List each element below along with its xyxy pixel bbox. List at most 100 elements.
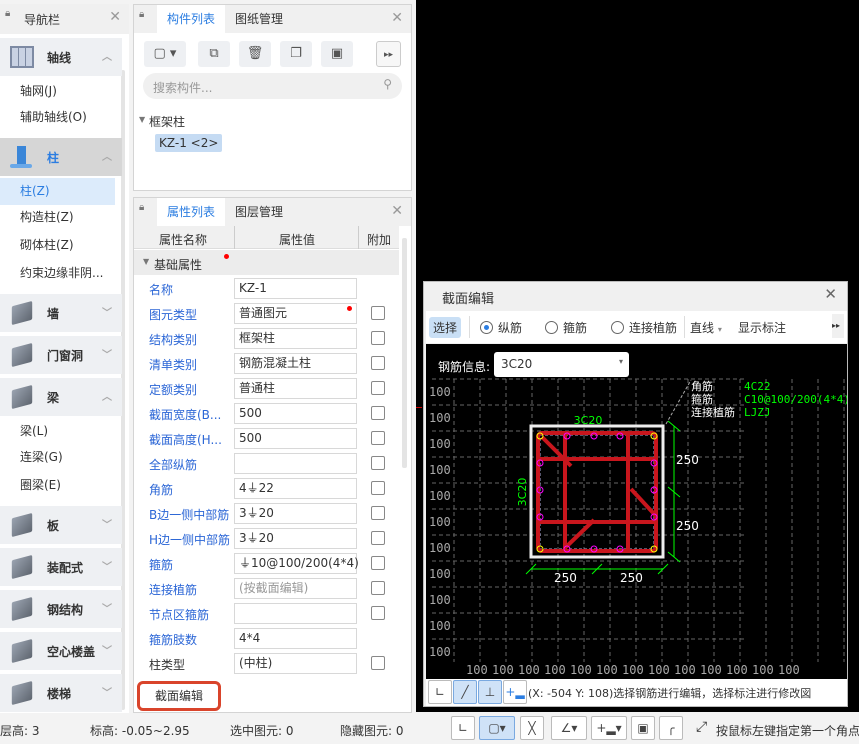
property-value-input[interactable]: (按截面编辑): [234, 578, 357, 599]
tab-layer-management[interactable]: 图层管理: [225, 198, 293, 226]
tree-expand-icon[interactable]: ▼: [139, 115, 145, 124]
property-value-input[interactable]: 500: [234, 403, 357, 424]
nav-item[interactable]: 辅助轴线(O): [0, 104, 115, 131]
line-mode-dropdown[interactable]: 直线 ▾: [690, 319, 722, 336]
extra-checkbox[interactable]: [371, 581, 385, 595]
property-value-input[interactable]: 普通图元: [234, 303, 357, 324]
extra-checkbox[interactable]: [371, 381, 385, 395]
property-value-input[interactable]: 3⏚20: [234, 528, 357, 549]
chevron-up-icon[interactable]: ︿: [102, 148, 112, 163]
delete-button[interactable]: 🗑︎: [239, 41, 271, 67]
nav-item[interactable]: 梁(L): [0, 418, 115, 445]
property-value-input[interactable]: 框架柱: [234, 328, 357, 349]
copy-button[interactable]: ⧉: [198, 41, 230, 67]
lock-icon[interactable]: 🔒︎: [5, 9, 14, 24]
nav-item[interactable]: 轴网(J): [0, 78, 115, 105]
property-value-input[interactable]: ⏚10@100/200(4*4): [234, 553, 359, 574]
duplicate-button[interactable]: ❐: [280, 41, 312, 67]
lock-icon[interactable]: 🔒︎: [139, 203, 148, 218]
dialog-close-icon[interactable]: ✕: [824, 285, 837, 303]
property-value-input[interactable]: 4⏚22: [234, 478, 357, 499]
property-group-row[interactable]: ▼ 基础属性: [134, 250, 399, 275]
extra-checkbox[interactable]: [371, 356, 385, 370]
extra-checkbox[interactable]: [371, 656, 385, 670]
nav-group-stair[interactable]: 楼梯 ﹀: [0, 674, 122, 712]
tree-group-label[interactable]: 框架柱: [149, 113, 185, 130]
section-edit-button[interactable]: 截面编辑: [137, 681, 221, 711]
lock-icon[interactable]: 🔒︎: [139, 10, 148, 25]
chevron-down-icon[interactable]: ﹀: [102, 642, 112, 657]
tab-component-list[interactable]: 构件列表: [157, 5, 226, 33]
radio-longitudinal[interactable]: 纵筋: [480, 319, 522, 336]
tree-item-kz1[interactable]: KZ-1 <2>: [155, 134, 223, 152]
select-button[interactable]: 选择: [429, 317, 462, 338]
new-component-button[interactable]: ▢ ▾: [144, 41, 186, 67]
nav-item[interactable]: 约束边缘非阴...: [0, 260, 115, 287]
save-template-button[interactable]: ▣: [321, 41, 353, 67]
collapse-icon[interactable]: ▼: [143, 257, 149, 266]
nav-item[interactable]: 圈梁(E): [0, 472, 115, 499]
nav-group-beam[interactable]: 梁 ︿: [0, 378, 122, 416]
property-value-input[interactable]: 500: [234, 428, 357, 449]
perpendicular-button[interactable]: ⊥: [478, 680, 502, 704]
extra-checkbox[interactable]: [371, 331, 385, 345]
chevron-down-icon[interactable]: ﹀: [102, 600, 112, 615]
line-tool-button[interactable]: ╱: [453, 680, 477, 704]
nav-group-slab[interactable]: 板 ﹀: [0, 506, 122, 544]
nav-group-grid[interactable]: 轴线 ︿: [0, 38, 122, 76]
extra-checkbox[interactable]: [371, 306, 385, 320]
chevron-down-icon[interactable]: ﹀: [102, 684, 112, 699]
nav-group-door[interactable]: 门窗洞 ﹀: [0, 336, 122, 374]
property-value-input[interactable]: 4*4: [234, 628, 357, 649]
search-input[interactable]: 搜索构件... ⚲: [143, 73, 402, 99]
nav-group-hollow[interactable]: 空心楼盖 ﹀: [0, 632, 122, 670]
nav-item[interactable]: 砌体柱(Z): [0, 232, 115, 259]
section-canvas[interactable]: 100 100 100 100 100 100 100 100 100 100 100 100 100 1…: [426, 344, 847, 679]
arc-button[interactable]: ╭: [659, 716, 683, 740]
property-value-input[interactable]: 3⏚20: [234, 503, 357, 524]
extra-checkbox[interactable]: [371, 556, 385, 570]
close-icon[interactable]: ✕: [391, 203, 403, 219]
radio-stirrup[interactable]: 箍筋: [545, 319, 587, 336]
more-button[interactable]: ▸▸: [832, 314, 844, 338]
ortho-button[interactable]: ∟: [451, 716, 475, 740]
chevron-down-icon[interactable]: ﹀: [102, 346, 112, 361]
nav-item[interactable]: 连梁(G): [0, 444, 115, 471]
property-value-input[interactable]: (中柱): [234, 653, 357, 674]
cross-button[interactable]: ╳: [520, 716, 544, 740]
show-label-button[interactable]: 显示标注: [738, 319, 786, 336]
extra-checkbox[interactable]: [371, 481, 385, 495]
rebar-info-select[interactable]: 3C20 ▾: [494, 352, 629, 377]
nav-group-wall[interactable]: 墙 ﹀: [0, 294, 122, 332]
extra-checkbox[interactable]: [371, 531, 385, 545]
nav-group-prefab[interactable]: 装配式 ﹀: [0, 548, 122, 586]
nav-group-steel[interactable]: 钢结构 ﹀: [0, 590, 122, 628]
close-icon[interactable]: ✕: [391, 10, 403, 26]
search-icon[interactable]: ⚲: [383, 77, 392, 91]
nav-item[interactable]: 柱(Z): [0, 178, 115, 205]
extra-checkbox[interactable]: [371, 606, 385, 620]
radio-anchor[interactable]: 连接植筋: [611, 319, 677, 336]
ortho-button[interactable]: ∟: [428, 680, 452, 704]
extra-checkbox[interactable]: [371, 506, 385, 520]
property-value-input[interactable]: KZ-1: [234, 278, 357, 299]
property-value-input[interactable]: 普通柱: [234, 378, 357, 399]
snap-button[interactable]: ▢▾: [479, 716, 515, 740]
close-icon[interactable]: ✕: [109, 9, 121, 25]
nav-group-col[interactable]: 柱 ︿: [0, 138, 122, 176]
property-value-input[interactable]: [234, 453, 357, 474]
angle-button[interactable]: ∠▾: [551, 716, 587, 740]
extra-checkbox[interactable]: [371, 406, 385, 420]
chevron-down-icon[interactable]: ﹀: [102, 516, 112, 531]
chevron-down-icon[interactable]: ﹀: [102, 558, 112, 573]
chevron-up-icon[interactable]: ︿: [102, 48, 112, 63]
chevron-up-icon[interactable]: ︿: [102, 388, 112, 403]
more-button[interactable]: ▸▸: [376, 41, 401, 67]
extra-checkbox[interactable]: [371, 456, 385, 470]
property-value-input[interactable]: [234, 603, 357, 624]
add-dimension-button[interactable]: +▂: [503, 680, 527, 704]
chevron-down-icon[interactable]: ﹀: [102, 304, 112, 319]
display-button[interactable]: ▣: [631, 716, 655, 740]
tab-property-list[interactable]: 属性列表: [157, 198, 226, 226]
dimension-button[interactable]: +▂▾: [591, 716, 627, 740]
